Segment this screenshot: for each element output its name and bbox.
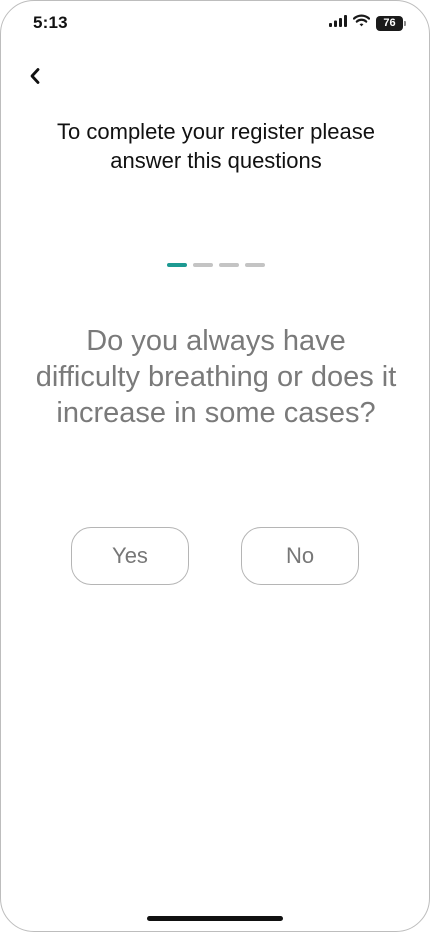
status-icons: 76 <box>329 14 406 32</box>
progress-step-4 <box>245 263 265 267</box>
home-indicator <box>147 916 283 921</box>
progress-step-3 <box>219 263 239 267</box>
battery-level: 76 <box>383 16 396 29</box>
progress-step-1 <box>167 263 187 267</box>
question-text: Do you always have difficulty breathing … <box>35 325 397 429</box>
yes-button[interactable]: Yes <box>71 527 189 585</box>
status-bar: 5:13 76 <box>1 1 429 45</box>
status-time: 5:13 <box>33 13 68 32</box>
chevron-left-icon <box>29 67 41 90</box>
progress-step-2 <box>193 263 213 267</box>
no-button[interactable]: No <box>241 527 359 585</box>
battery-icon: 76 <box>376 15 406 31</box>
phone-screen: 5:13 76 To complete your register please… <box>0 0 430 932</box>
wifi-icon <box>352 14 371 32</box>
page-title: To complete your register please answer … <box>57 119 375 173</box>
signal-icon <box>329 14 347 32</box>
progress-steps <box>167 263 265 267</box>
back-button[interactable] <box>21 63 49 93</box>
